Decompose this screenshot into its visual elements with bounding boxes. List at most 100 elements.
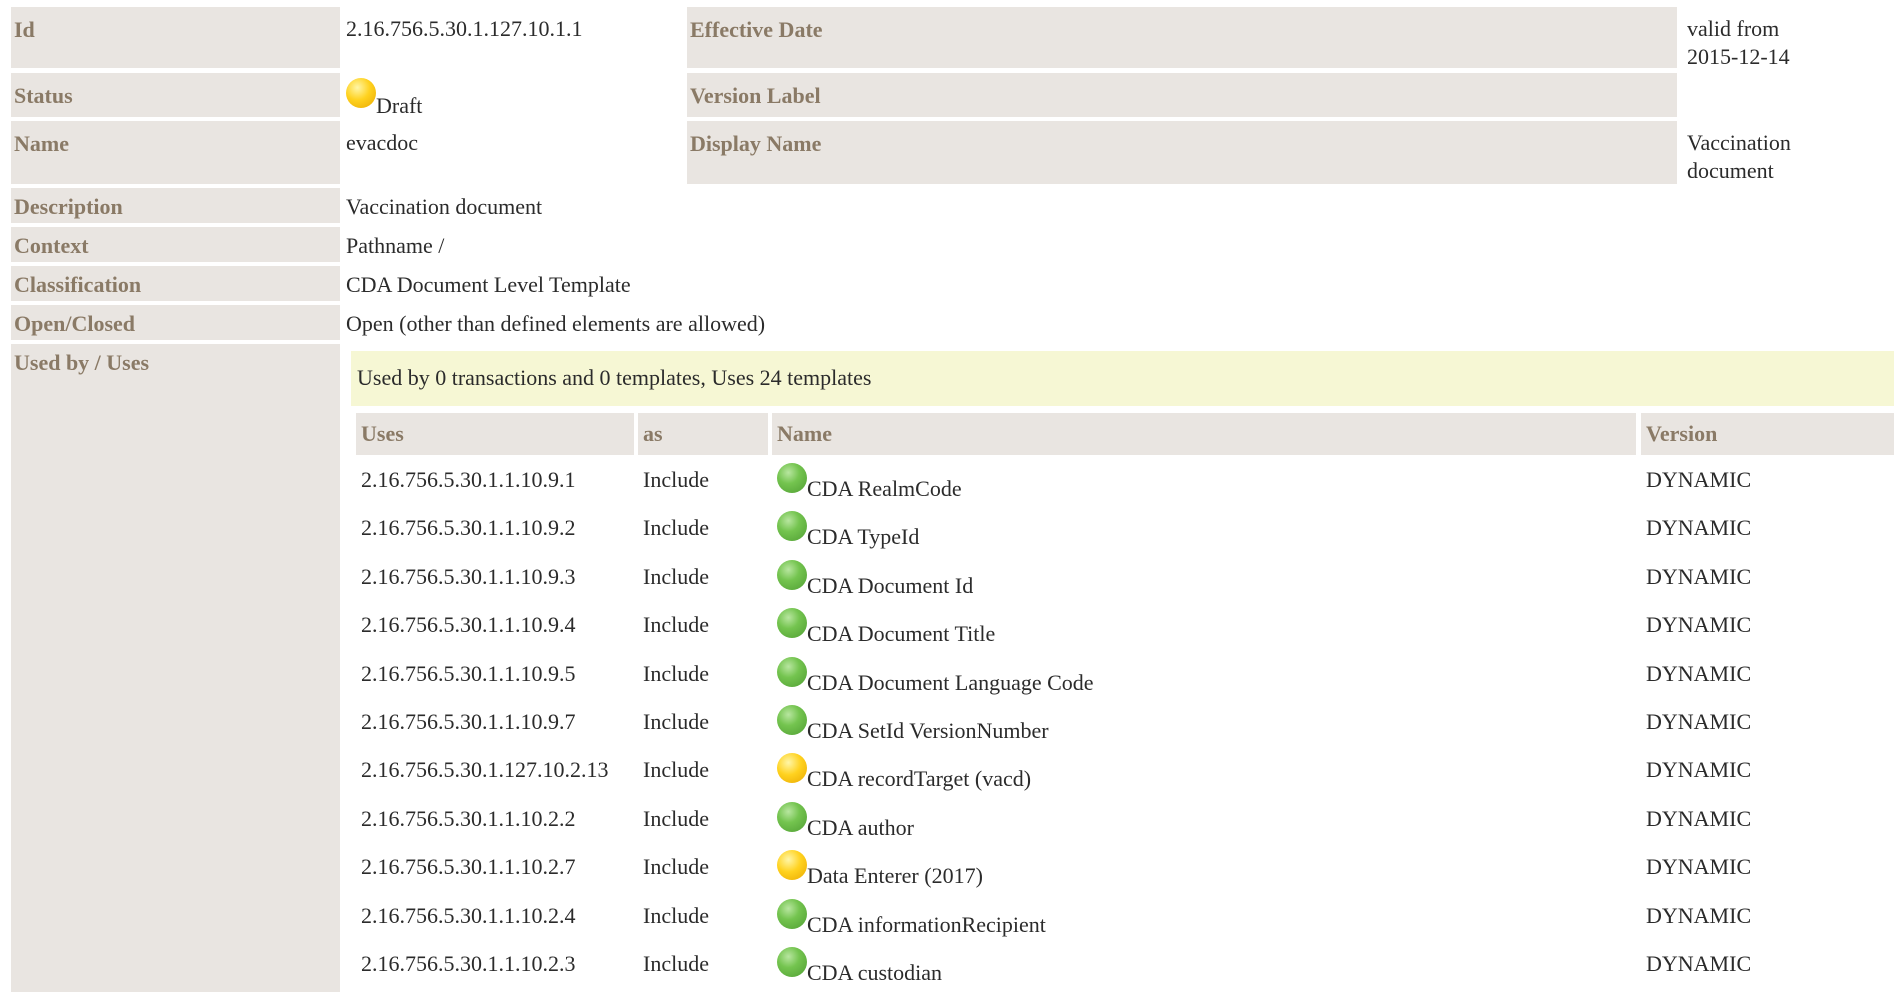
- as-cell: Include: [643, 709, 709, 734]
- as-cell: Include: [643, 612, 709, 638]
- version-cell: DYNAMIC: [1646, 563, 1752, 589]
- name-value: evacdoc: [346, 130, 419, 155]
- table-row[interactable]: 2.16.756.5.30.1.1.10.9.7 Include CDA SetId…: [356, 701, 1894, 749]
- template-name-text[interactable]: CDA custodian: [807, 960, 942, 985]
- status-draft-icon: [777, 753, 807, 784]
- as-column-header[interactable]: as: [638, 413, 768, 455]
- effective-date-line1: valid from: [1687, 16, 1780, 41]
- as-cell: Include: [643, 805, 709, 831]
- template-name-text[interactable]: CDA SetId VersionNumber: [807, 718, 1049, 743]
- uses-id-cell[interactable]: 2.16.756.5.30.1.1.10.9.7: [356, 701, 581, 743]
- version-cell: DYNAMIC: [1646, 709, 1752, 734]
- version-cell: DYNAMIC: [1646, 660, 1752, 686]
- template-name-text[interactable]: CDA Document Title: [807, 621, 995, 646]
- template-name-cell[interactable]: CDA Document Title: [772, 604, 1000, 655]
- status-active-icon: [777, 559, 807, 590]
- status-draft-icon: [346, 78, 376, 108]
- as-cell: Include: [643, 660, 709, 686]
- uses-id-cell[interactable]: 2.16.756.5.30.1.1.10.9.4: [356, 604, 581, 646]
- table-row[interactable]: 2.16.756.5.30.1.127.10.2.13 Include CDA re…: [356, 749, 1894, 797]
- version-cell: DYNAMIC: [1646, 951, 1752, 976]
- status-active-icon: [777, 947, 807, 977]
- status-active-icon: [777, 608, 807, 639]
- template-name-text[interactable]: CDA TypeId: [807, 524, 919, 549]
- display-name-label: Display Name: [687, 121, 1677, 184]
- context-value: Pathname /: [346, 233, 445, 258]
- template-name-cell[interactable]: CDA TypeId: [772, 507, 924, 558]
- description-value: Vaccination document: [346, 194, 543, 219]
- table-row[interactable]: 2.16.756.5.30.1.1.10.9.5 Include CDA Docum…: [356, 653, 1894, 701]
- uses-id-cell[interactable]: 2.16.756.5.30.1.1.10.9.5: [356, 653, 581, 695]
- display-name-line2: document: [1687, 158, 1774, 183]
- effective-date-line2: 2015-12-14: [1687, 44, 1790, 69]
- effective-date-label: Effective Date: [687, 7, 1677, 68]
- effective-date-value: valid from 2015-12-14: [1684, 7, 1793, 71]
- template-name-cell[interactable]: CDA recordTarget (vacd): [772, 749, 1036, 800]
- classification-label: Classification: [11, 266, 340, 301]
- template-name-text[interactable]: CDA Document Language Code: [807, 670, 1094, 695]
- as-cell: Include: [643, 854, 709, 880]
- used-by-uses-label: Used by / Uses: [11, 344, 340, 992]
- as-cell: Include: [643, 951, 709, 976]
- uses-id-cell[interactable]: 2.16.756.5.30.1.127.10.2.13: [356, 749, 614, 791]
- template-name-text[interactable]: CDA RealmCode: [807, 476, 962, 501]
- display-name-line1: Vaccination: [1687, 130, 1791, 155]
- template-name-text[interactable]: CDA author: [807, 815, 914, 840]
- table-row[interactable]: 2.16.756.5.30.1.1.10.9.1 Include CDA Realm…: [356, 459, 1894, 507]
- uses-id-cell[interactable]: 2.16.756.5.30.1.1.10.9.3: [356, 556, 581, 598]
- template-name-cell[interactable]: CDA author: [772, 798, 919, 849]
- table-row[interactable]: 2.16.756.5.30.1.1.10.2.4 Include CDA infor…: [356, 895, 1894, 943]
- table-row[interactable]: 2.16.756.5.30.1.1.10.2.7 Include Data Ente…: [356, 846, 1894, 894]
- table-row[interactable]: 2.16.756.5.30.1.1.10.9.3 Include CDA Docum…: [356, 556, 1894, 604]
- as-cell: Include: [643, 515, 709, 541]
- status-active-icon: [777, 511, 807, 542]
- uses-id-cell[interactable]: 2.16.756.5.30.1.1.10.2.2: [356, 798, 581, 840]
- table-row[interactable]: 2.16.756.5.30.1.1.10.9.2 Include CDA TypeI…: [356, 507, 1894, 555]
- open-closed-value: Open (other than defined elements are al…: [346, 311, 766, 336]
- status-label: Status: [11, 73, 340, 117]
- uses-id-cell[interactable]: 2.16.756.5.30.1.1.10.2.4: [356, 895, 581, 937]
- table-row[interactable]: 2.16.756.5.30.1.1.10.2.2 Include CDA autho…: [356, 798, 1894, 846]
- uses-id-cell[interactable]: 2.16.756.5.30.1.1.10.2.7: [356, 846, 581, 888]
- version-cell: DYNAMIC: [1646, 902, 1752, 928]
- table-row[interactable]: 2.16.756.5.30.1.1.10.2.3 Include CDA custo…: [356, 943, 1894, 991]
- uses-id-cell[interactable]: 2.16.756.5.30.1.1.10.9.1: [356, 459, 581, 501]
- version-cell: DYNAMIC: [1646, 854, 1752, 880]
- status-active-icon: [777, 463, 807, 493]
- table-row[interactable]: 2.16.756.5.30.1.1.10.9.4 Include CDA Docum…: [356, 604, 1894, 652]
- name-column-header[interactable]: Name: [772, 413, 1636, 455]
- template-name-text[interactable]: Data Enterer (2017): [807, 863, 983, 888]
- usage-summary: Used by 0 transactions and 0 templates, …: [351, 351, 1894, 406]
- template-name-cell[interactable]: CDA SetId VersionNumber: [772, 701, 1054, 752]
- template-name-text[interactable]: CDA Document Id: [807, 573, 973, 598]
- as-cell: Include: [643, 902, 709, 928]
- version-cell: DYNAMIC: [1646, 515, 1752, 541]
- status-text: Draft: [376, 93, 423, 118]
- template-name-cell[interactable]: Data Enterer (2017): [772, 846, 988, 897]
- template-name-cell[interactable]: CDA Document Id: [772, 556, 978, 607]
- status-active-icon: [777, 656, 807, 687]
- as-cell: Include: [643, 467, 709, 492]
- template-name-text[interactable]: CDA recordTarget (vacd): [807, 766, 1031, 791]
- template-name-cell[interactable]: CDA custodian: [772, 943, 947, 994]
- version-column-header[interactable]: Version: [1641, 413, 1894, 455]
- description-label: Description: [11, 188, 340, 223]
- status-active-icon: [777, 898, 807, 929]
- name-label: Name: [11, 121, 340, 184]
- template-name-text[interactable]: CDA informationRecipient: [807, 912, 1046, 937]
- as-cell: Include: [643, 563, 709, 589]
- status-active-icon: [777, 705, 807, 735]
- version-cell: DYNAMIC: [1646, 757, 1752, 783]
- id-label: Id: [11, 7, 340, 68]
- classification-value: CDA Document Level Template: [346, 272, 631, 297]
- uses-column-header[interactable]: Uses: [356, 413, 634, 455]
- status-value: Draft: [343, 73, 425, 120]
- template-name-cell[interactable]: CDA RealmCode: [772, 459, 967, 510]
- template-name-cell[interactable]: CDA Document Language Code: [772, 653, 1099, 704]
- uses-id-cell[interactable]: 2.16.756.5.30.1.1.10.9.2: [356, 507, 581, 549]
- uses-id-cell[interactable]: 2.16.756.5.30.1.1.10.2.3: [356, 943, 581, 985]
- version-cell: DYNAMIC: [1646, 612, 1752, 638]
- status-active-icon: [777, 801, 807, 832]
- version-cell: DYNAMIC: [1646, 467, 1752, 492]
- template-name-cell[interactable]: CDA informationRecipient: [772, 895, 1051, 946]
